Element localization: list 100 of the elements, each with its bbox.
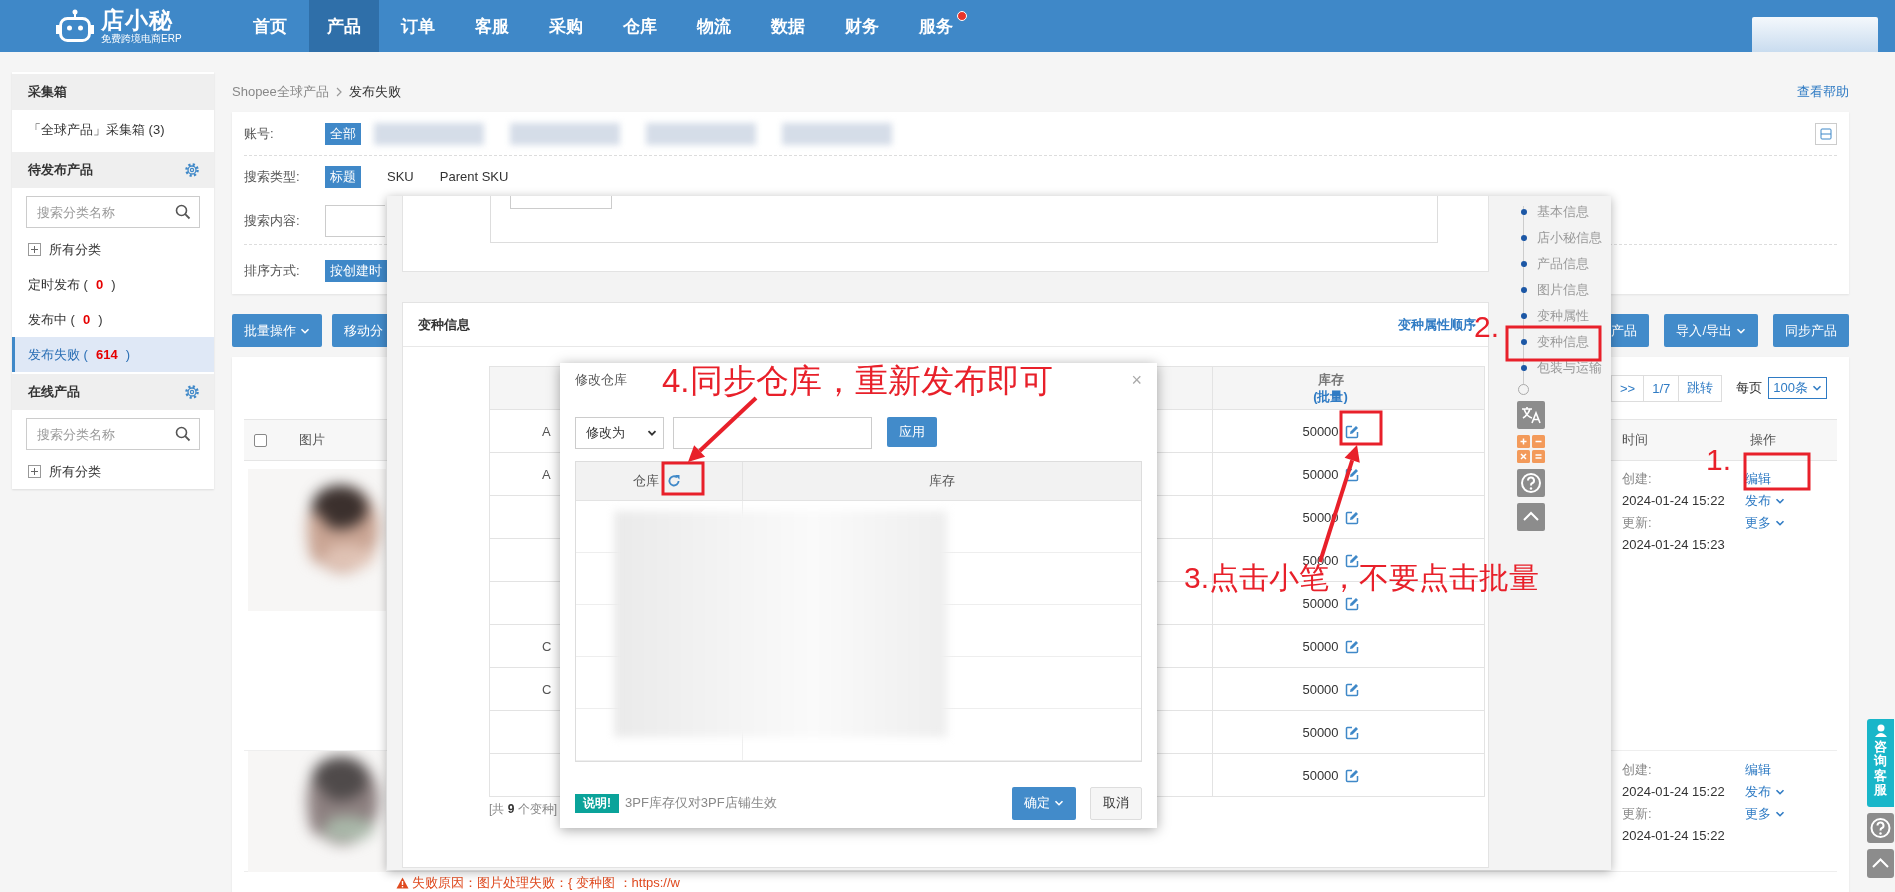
filter-option[interactable]: Parent SKU [426,167,522,186]
apply-button[interactable]: 应用 [887,417,937,447]
breadcrumb-separator-icon [334,87,343,97]
action-link[interactable]: 更多 [1745,512,1785,534]
fail-reason: 失败原因：图片处理失败：{ 变种图 ：https://w [412,874,680,892]
nav-tab[interactable]: 仓库 [605,0,675,52]
stock-value: 50000 [1302,596,1339,611]
breadcrumb-item: 发布失败 [348,83,401,101]
search-icon[interactable] [175,426,191,442]
translate-icon[interactable] [1517,401,1545,429]
section-nav-link[interactable]: 包装与运输 [1502,355,1611,381]
nav-tab[interactable]: 数据 [753,0,823,52]
edit-icon[interactable] [1344,596,1359,611]
action-link[interactable]: 编辑 [1745,759,1771,781]
annotation-text: 1. [1706,446,1732,473]
filter-option[interactable]: SKU [374,167,427,186]
edit-icon[interactable] [1344,510,1359,525]
per-page-label: 每页 [1736,379,1763,397]
scroll-top-icon[interactable] [1517,503,1545,531]
stock-value: 50000 [1302,467,1339,482]
action-link[interactable]: 发布 [1745,781,1785,803]
close-button[interactable]: × [1131,371,1142,389]
pagination-button[interactable]: >> [1611,374,1645,402]
category-item[interactable]: 所有分类 [49,462,101,481]
refresh-icon[interactable] [667,474,681,488]
filter-chip[interactable]: 标题 [325,165,361,188]
edit-icon[interactable] [1344,424,1359,439]
expand-icon[interactable] [28,465,41,478]
action-link[interactable]: 编辑 [1745,468,1771,490]
search-icon[interactable] [175,204,191,220]
collapse-button[interactable] [1815,122,1837,145]
warning-icon [396,877,409,889]
help-icon[interactable] [1867,813,1894,843]
consult-service-button[interactable]: 咨询客服 [1867,719,1894,807]
toolbar-button[interactable]: 同步产品 [1773,314,1849,347]
mode-select[interactable]: 修改为 [575,417,664,449]
breadcrumb-item[interactable]: Shopee全球产品 [232,83,329,101]
section-nav-link[interactable]: 图片信息 [1502,277,1611,303]
sidebar-item[interactable]: 发布失败 (614) [12,337,214,372]
pagination-button[interactable]: 1/7 [1643,374,1680,402]
toolbar-button[interactable]: 导入/导出 [1664,314,1758,347]
edit-icon[interactable] [1344,682,1359,697]
created-time: 2024-01-24 15:22 [1622,492,1725,510]
timeline-end-icon [1518,384,1529,395]
settings-icon[interactable] [184,162,200,178]
nav-tab[interactable]: 物流 [679,0,749,52]
batch-link[interactable]: (批量) [1313,388,1348,405]
edit-icon[interactable] [1344,553,1359,568]
section-title: 变种信息 [418,315,470,334]
edit-icon[interactable] [1344,639,1359,654]
filter-chip[interactable]: 全部 [325,122,361,145]
nav-tab[interactable]: 财务 [827,0,897,52]
highlight-box [1339,410,1383,446]
search-content-field[interactable] [325,204,385,237]
scroll-top-icon[interactable] [1867,849,1894,878]
help-link[interactable]: 查看帮助 [1797,83,1849,101]
sidebar-item[interactable]: 定时发布 (0) [12,267,214,302]
action-link[interactable]: 发布 [1745,490,1785,512]
stock-value: 50000 [1302,639,1339,654]
annotation-text: 2. [1474,313,1500,340]
settings-icon[interactable] [184,384,200,400]
nav-tab[interactable]: 客服 [457,0,527,52]
cancel-button[interactable]: 取消 [1090,786,1142,820]
collapse-icon [1820,127,1832,140]
stock-value: 50000 [1302,725,1339,740]
edit-icon[interactable] [1344,467,1359,482]
pagination-button[interactable]: 跳转 [1678,374,1723,402]
stock-input-field[interactable] [673,417,872,449]
filter-chip[interactable]: 按创建时 [325,259,387,282]
caret-icon [1054,798,1064,808]
nav-tab[interactable]: 服务 [901,0,971,52]
per-page-select[interactable]: 100条 [1768,377,1827,399]
nav-tab[interactable]: 首页 [235,0,305,52]
expand-icon[interactable] [28,243,41,256]
caret-icon [1775,787,1785,797]
nav-tab[interactable]: 采购 [531,0,601,52]
confirm-button[interactable]: 确定 [1012,786,1076,820]
section-nav-link[interactable]: 基本信息 [1502,199,1611,225]
edit-icon[interactable] [1344,768,1359,783]
sidebar-item[interactable]: 发布中 (0) [12,302,214,337]
search-field[interactable]: 搜索分类名称 [26,196,200,228]
sidebar-item[interactable]: 「全球产品」采集箱 (3) [12,110,214,150]
search-field[interactable]: 搜索分类名称 [26,418,200,450]
attribute-order-link[interactable]: 变种属性顺序 [1398,315,1476,334]
section-nav-link[interactable]: 产品信息 [1502,251,1611,277]
note-text: 3PF库存仅对3PF店铺生效 [625,794,777,812]
section-nav-link[interactable]: 店小秘信息 [1502,225,1611,251]
calculator-icon[interactable] [1517,435,1545,463]
robot-logo-icon [55,9,95,43]
dialog-title: 修改仓库 [575,371,627,389]
edit-icon[interactable] [1344,725,1359,740]
select-all-checkbox[interactable] [254,433,267,447]
column-header: 图片 [299,431,325,449]
toolbar-button[interactable]: 批量操作 [232,314,322,347]
created-label: 创建: [1622,761,1652,779]
nav-tab[interactable]: 产品 [309,0,379,52]
help-icon[interactable] [1517,469,1545,497]
action-link[interactable]: 更多 [1745,803,1785,825]
nav-tab[interactable]: 订单 [383,0,453,52]
category-item[interactable]: 所有分类 [49,240,101,259]
